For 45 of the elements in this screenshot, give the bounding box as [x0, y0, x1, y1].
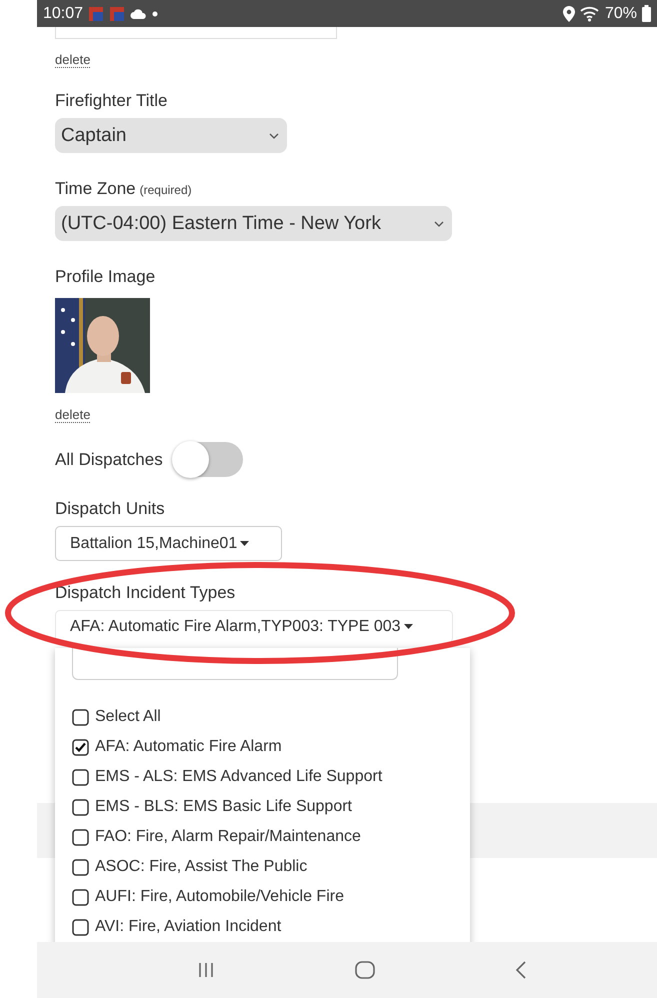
wifi-icon: [580, 6, 600, 22]
checked-checkbox[interactable]: [72, 738, 89, 756]
checkbox[interactable]: [72, 858, 89, 876]
battery-percent: 70%: [604, 4, 637, 22]
checkbox[interactable]: [72, 768, 89, 786]
cloud-icon: [130, 8, 148, 20]
units-dropdown[interactable]: Battalion 15,Machine01: [55, 526, 282, 561]
caret-icon: [240, 541, 250, 546]
checkbox[interactable]: [72, 798, 89, 816]
field-label: All Dispatches: [55, 450, 163, 470]
location-icon: [562, 6, 575, 22]
option-item[interactable]: FAO: Fire, Alarm Repair/Maintenance: [72, 822, 470, 852]
app-notification-icon: [88, 6, 104, 22]
checkbox[interactable]: [72, 708, 89, 726]
option-item[interactable]: ASOC: Fire, Assist The Public: [72, 852, 470, 882]
status-time: 10:07: [43, 4, 84, 22]
field-label: Profile Image: [55, 267, 156, 287]
title-select[interactable]: Captain: [55, 118, 287, 153]
field-label: Dispatch Units: [55, 499, 165, 519]
toggle-switch[interactable]: [172, 442, 243, 477]
option-item[interactable]: Select All: [72, 702, 470, 732]
battery-icon: [642, 5, 651, 22]
option-item[interactable]: EMS - BLS: EMS Basic Life Support: [72, 792, 470, 822]
chevron-icon: [269, 132, 279, 138]
incident-types-dropdown[interactable]: AFA: Automatic Fire Alarm,TYP003: TYPE 003: [55, 610, 453, 643]
delete-link[interactable]: delete: [55, 53, 90, 68]
checkbox[interactable]: [72, 828, 89, 846]
time-zone-select[interactable]: (UTC-04:00) Eastern Time - New York: [55, 206, 452, 241]
checkbox[interactable]: [72, 888, 89, 906]
option-item[interactable]: AFA: Automatic Fire Alarm: [72, 732, 470, 762]
field-label: Dispatch Incident Types: [55, 583, 236, 603]
dot-icon: [152, 10, 158, 16]
search-field[interactable]: [72, 648, 398, 680]
option-item[interactable]: AVI: Fire, Aviation Incident: [72, 912, 470, 942]
option-item[interactable]: AUFI: Fire, Automobile/Vehicle Fire: [72, 882, 470, 912]
app-notification-icon: [109, 6, 126, 22]
caret-icon: [404, 624, 413, 629]
option-item[interactable]: EMS - ALS: EMS Advanced Life Support: [72, 762, 470, 792]
input-field[interactable]: [55, 27, 337, 39]
field-label: Firefighter Title: [55, 91, 168, 111]
checkbox[interactable]: [72, 918, 89, 936]
field-label: Time Zone: [55, 179, 136, 199]
chevron-icon: [434, 220, 444, 226]
required-hint: (required): [140, 183, 192, 197]
delete-link[interactable]: delete: [55, 408, 90, 423]
